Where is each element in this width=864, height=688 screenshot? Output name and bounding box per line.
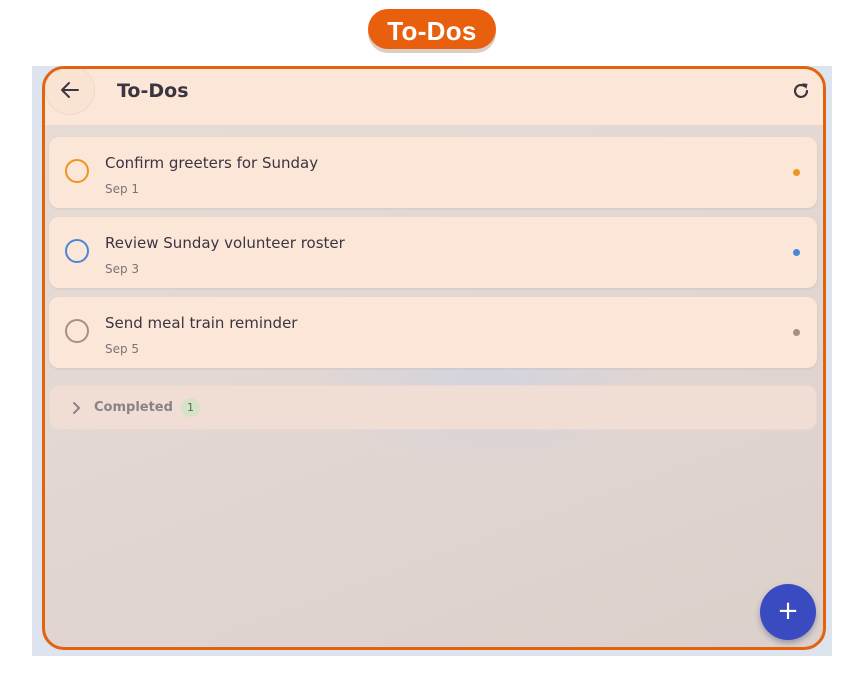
priority-dot xyxy=(793,249,800,256)
app-window: To-Dos Confirm greeters for Sunday Sep 1… xyxy=(42,66,826,650)
todo-title: Review Sunday volunteer roster xyxy=(105,234,345,252)
arrow-left-icon xyxy=(61,82,79,98)
todo-checkbox[interactable] xyxy=(65,239,89,263)
back-button[interactable] xyxy=(45,69,95,115)
priority-dot xyxy=(793,329,800,336)
todo-title: Confirm greeters for Sunday xyxy=(105,154,319,172)
banner-title-pill: To-Dos xyxy=(368,9,496,49)
add-todo-button[interactable]: + xyxy=(760,584,816,640)
todo-date: Sep 1 xyxy=(105,182,140,196)
priority-dot xyxy=(793,169,800,176)
todo-date: Sep 5 xyxy=(105,342,140,356)
completed-label: Completed xyxy=(94,400,173,415)
completed-count-badge: 1 xyxy=(181,398,200,417)
chevron-right-icon xyxy=(73,402,80,414)
refresh-icon xyxy=(793,83,809,99)
todo-date: Sep 3 xyxy=(105,262,140,276)
page-title: To-Dos xyxy=(117,80,189,102)
todo-item[interactable]: Send meal train reminder Sep 5 xyxy=(49,297,817,368)
todo-item[interactable]: Confirm greeters for Sunday Sep 1 xyxy=(49,137,817,208)
refresh-button[interactable] xyxy=(789,79,813,103)
todo-checkbox[interactable] xyxy=(65,159,89,183)
app-bar: To-Dos xyxy=(45,69,823,126)
todo-item[interactable]: Review Sunday volunteer roster Sep 3 xyxy=(49,217,817,288)
todo-checkbox[interactable] xyxy=(65,319,89,343)
todo-title: Send meal train reminder xyxy=(105,314,298,332)
completed-section-toggle[interactable]: Completed 1 xyxy=(49,385,817,430)
